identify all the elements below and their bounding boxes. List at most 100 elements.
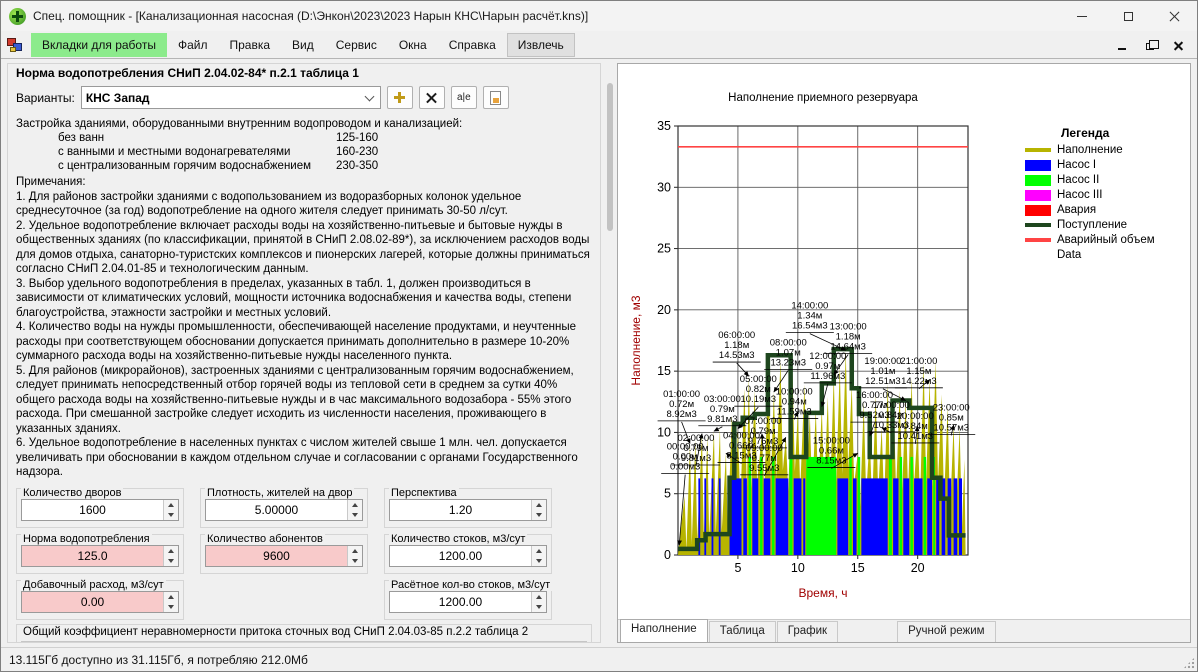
x-tick-label: 20 [911, 561, 925, 575]
annotation-volume: 16.54м3 [792, 321, 828, 332]
bottom-tabstrip: НаполнениеТаблицаГрафик Ручной режим [618, 619, 1190, 642]
column-header[interactable]: 500л/с [423, 641, 478, 643]
spin-up-button[interactable] [348, 546, 362, 556]
column-header[interactable]: 300л/с [368, 641, 423, 643]
rename-variant-button[interactable]: a|e [451, 86, 477, 109]
tab-График[interactable]: График [777, 621, 838, 642]
column-header[interactable]: 50л/с [259, 641, 314, 643]
menu-item-2[interactable]: Правка [218, 33, 281, 57]
x-tick-label: 15 [851, 561, 865, 575]
column-header[interactable]: 100л/с [314, 641, 369, 643]
annotation-volume: 10.41м3 [897, 431, 933, 442]
main-content: Норма водопотребления СНиП 2.04.02-84* п… [1, 59, 1197, 647]
spin-down-button[interactable] [164, 510, 178, 520]
consumption-intro: Застройка зданиями, оборудованными внутр… [16, 117, 592, 131]
reservoir-chart: 05101520253035510152000:00:000.00м0.00м3… [618, 64, 1028, 612]
chart-area: Наполнение приемного резервуара 05101520… [618, 64, 1190, 619]
spin-down-button[interactable] [532, 556, 546, 566]
swatch-shape [1025, 160, 1051, 171]
field-input[interactable]: 125.0 [21, 545, 179, 567]
field-input[interactable]: 1200.00 [389, 591, 547, 613]
menu-item-3[interactable]: Вид [281, 33, 325, 57]
legend-label: Авария [1057, 204, 1096, 216]
spin-up-button[interactable] [164, 500, 178, 510]
y-tick-label: 35 [657, 119, 671, 133]
menu-item-1[interactable]: Файл [167, 33, 219, 57]
resize-grip-icon[interactable] [1183, 657, 1195, 669]
preview-variant-button[interactable] [483, 86, 509, 109]
field-label: Количество дворов [21, 487, 123, 499]
mdi-close-button[interactable] [1171, 39, 1185, 51]
swatch-shape [1025, 223, 1051, 227]
mdi-minimize-button[interactable] [1115, 39, 1129, 51]
menu-item-4[interactable]: Сервис [325, 33, 388, 57]
spin-down-button[interactable] [532, 602, 546, 612]
column-header[interactable]: 20л/с [205, 641, 260, 643]
legend-swatch-line-icon [1025, 223, 1051, 227]
annotation-arrow [714, 427, 722, 431]
field-6: Добавочный расход, м3/сут0.00 [16, 580, 184, 620]
legend-swatch-box-icon [1025, 205, 1051, 216]
arrow-up-icon [536, 549, 542, 553]
pump1-bar [903, 478, 909, 555]
spinner-buttons [531, 546, 546, 566]
spin-down-button[interactable] [532, 510, 546, 520]
column-header[interactable]: 5л/с [96, 641, 151, 643]
y-tick-label: 30 [657, 180, 671, 194]
app-icon [9, 8, 26, 25]
column-header[interactable]: 10л/с [150, 641, 205, 643]
status-bar: 13.115Гб доступно из 31.115Гб, я потребл… [1, 647, 1197, 671]
spin-up-button[interactable] [532, 592, 546, 602]
field-input[interactable]: 5.00000 [205, 499, 363, 521]
pump2-bar [889, 457, 892, 555]
legend-item: Насос I [1025, 159, 1185, 171]
minimize-button[interactable] [1059, 1, 1105, 31]
pump1-bar [764, 478, 771, 555]
add-variant-button[interactable] [387, 86, 413, 109]
column-header[interactable]: 5000л/с и более [532, 641, 587, 643]
arrow-up-icon [168, 549, 174, 553]
maximize-button[interactable] [1105, 1, 1151, 31]
field-input[interactable]: 1600 [21, 499, 179, 521]
spin-down-button[interactable] [348, 556, 362, 566]
legend-swatch-line-icon [1025, 238, 1051, 242]
field-value: 1.20 [390, 500, 531, 520]
field-input[interactable]: 0.00 [21, 591, 179, 613]
arrow-down-icon [168, 513, 174, 517]
menu-item-7[interactable]: Извлечь [507, 33, 575, 57]
y-tick-label: 15 [657, 364, 671, 378]
spin-up-button[interactable] [532, 500, 546, 510]
field-input[interactable]: 9600 [205, 545, 363, 567]
column-header[interactable]: 1000л/с [477, 641, 532, 643]
tab-Наполнение[interactable]: Наполнение [620, 619, 708, 642]
mdi-restore-button[interactable] [1143, 39, 1157, 51]
menu-item-5[interactable]: Окна [388, 33, 438, 57]
field-input[interactable]: 1.20 [389, 499, 547, 521]
tab-Ручной режим[interactable]: Ручной режим [897, 621, 995, 642]
close-button[interactable] [1151, 1, 1197, 31]
tab-Таблица[interactable]: Таблица [709, 621, 776, 642]
spin-up-button[interactable] [532, 546, 546, 556]
variants-combobox[interactable]: КНС Запад [81, 86, 381, 109]
delete-variant-button[interactable] [419, 86, 445, 109]
menu-item-6[interactable]: Справка [438, 33, 507, 57]
spin-up-button[interactable] [348, 500, 362, 510]
pump1-bar [837, 478, 848, 555]
spin-up-button[interactable] [164, 546, 178, 556]
spin-up-button[interactable] [164, 592, 178, 602]
spin-down-button[interactable] [164, 556, 178, 566]
arrow-down-icon [536, 559, 542, 563]
spin-down-button[interactable] [348, 510, 362, 520]
spinner-buttons [163, 546, 178, 566]
spin-down-button[interactable] [164, 602, 178, 612]
annotation-10:00:00: 10:00:000.94м11.59м3 [770, 386, 818, 419]
menu-item-0[interactable]: Вкладки для работы [31, 33, 167, 57]
field-input[interactable]: 1200.00 [389, 545, 547, 567]
scrollbar-thumb[interactable] [607, 83, 613, 231]
left-panel-scrollbar[interactable] [605, 65, 615, 641]
close-icon [1169, 11, 1180, 22]
arrow-down-icon [536, 605, 542, 609]
pump1-bar [861, 478, 887, 555]
legend-title: Легенда [1061, 126, 1185, 140]
legend-item: Авария [1025, 204, 1185, 216]
